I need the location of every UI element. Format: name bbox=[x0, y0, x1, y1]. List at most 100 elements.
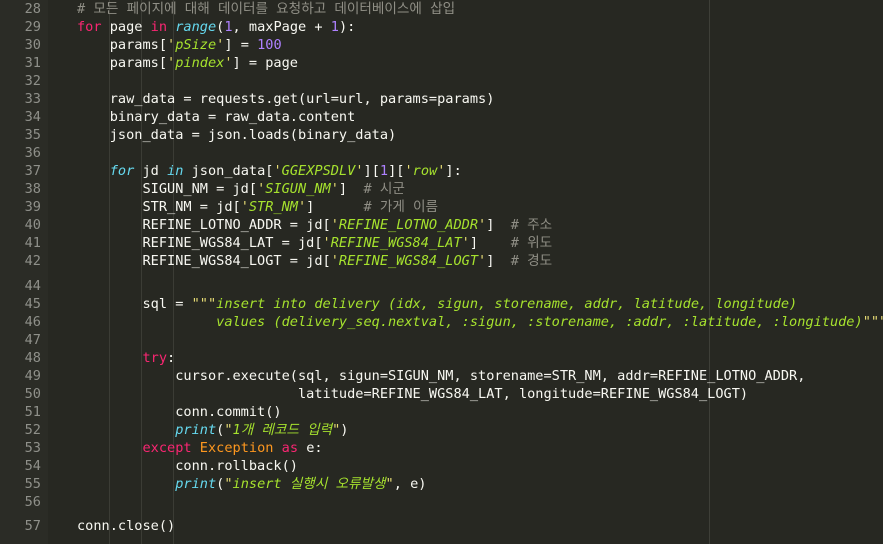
code-line[interactable]: 39 STR_NM = jd['STR_NM'] # 가게 이름 bbox=[0, 198, 883, 216]
code-line[interactable]: 47 bbox=[0, 331, 883, 349]
code-token: ] = page bbox=[232, 55, 298, 71]
code-text: sql = """insert into delivery (idx, sigu… bbox=[77, 295, 797, 313]
code-line[interactable]: 40 REFINE_LOTNO_ADDR = jd['REFINE_LOTNO_… bbox=[0, 216, 883, 234]
code-text: values (delivery_seq.nextval, :sigun, :s… bbox=[77, 313, 883, 331]
code-token: for bbox=[109, 163, 135, 179]
line-number: 51 bbox=[24, 404, 41, 420]
code-token: ] bbox=[486, 217, 511, 233]
line-number: 57 bbox=[24, 518, 41, 534]
code-line[interactable]: 37 for jd in json_data['GGEXPSDLV'][1]['… bbox=[0, 162, 883, 180]
line-number: 53 bbox=[24, 440, 41, 456]
line-number: 29 bbox=[24, 19, 41, 35]
code-text: STR_NM = jd['STR_NM'] # 가게 이름 bbox=[77, 198, 438, 216]
code-line[interactable]: 49 cursor.execute(sql, sigun=SIGUN_NM, s… bbox=[0, 367, 883, 385]
code-text: latitude=REFINE_WGS84_LAT, longitude=REF… bbox=[77, 385, 748, 403]
code-token: 1 bbox=[224, 19, 233, 35]
code-token: 1 bbox=[379, 163, 389, 179]
code-text: cursor.execute(sql, sigun=SIGUN_NM, stor… bbox=[77, 367, 805, 385]
code-line[interactable]: 56 bbox=[0, 493, 883, 511]
code-token: 100 bbox=[257, 37, 282, 53]
code-text: # 모든 페이지에 대해 데이터를 요청하고 데이터베이스에 삽입 bbox=[77, 0, 455, 18]
line-number: 46 bbox=[24, 314, 41, 330]
code-token: try bbox=[142, 350, 168, 366]
code-token: print bbox=[175, 476, 217, 492]
code-token: ' bbox=[355, 163, 364, 179]
code-line[interactable]: 51 conn.commit() bbox=[0, 403, 883, 421]
code-line[interactable]: 32 bbox=[0, 72, 883, 90]
code-token: " bbox=[224, 422, 233, 438]
code-token: e: bbox=[298, 440, 323, 456]
code-token: conn.commit() bbox=[77, 404, 282, 420]
code-token: ] = bbox=[224, 37, 258, 53]
line-number: 48 bbox=[24, 350, 41, 366]
code-token: ] bbox=[338, 181, 364, 197]
code-token: SIGUN_NM = jd[ bbox=[77, 181, 258, 197]
code-line[interactable]: 38 SIGUN_NM = jd['SIGUN_NM'] # 시군 bbox=[0, 180, 883, 198]
code-token: json_data = json.loads(binary_data) bbox=[77, 127, 397, 143]
code-token: sql = bbox=[77, 296, 192, 312]
code-token: binary_data = raw_data.content bbox=[77, 109, 356, 125]
code-line[interactable]: 57 conn.close() bbox=[0, 517, 883, 535]
code-text: print("1개 레코드 입력") bbox=[77, 421, 348, 439]
code-token: REFINE_WGS84_LAT bbox=[330, 235, 462, 251]
code-token: raw_data = requests.get(url=url, params=… bbox=[77, 91, 495, 107]
line-number: 42 bbox=[24, 253, 41, 269]
code-token: GGEXPSDLV bbox=[281, 163, 356, 179]
code-editor[interactable]: 28 # 모든 페이지에 대해 데이터를 요청하고 데이터베이스에 삽입 29 for… bbox=[0, 0, 883, 544]
code-token: ' bbox=[322, 235, 331, 251]
code-line[interactable]: 35 json_data = json.loads(binary_data) bbox=[0, 126, 883, 144]
code-line[interactable]: 54 conn.rollback() bbox=[0, 457, 883, 475]
line-number: 37 bbox=[24, 163, 41, 179]
code-token: params[ bbox=[77, 55, 168, 71]
code-text: params['pSize'] = 100 bbox=[77, 36, 282, 54]
code-text: conn.rollback() bbox=[77, 457, 298, 475]
code-line[interactable]: 42 REFINE_WGS84_LOGT = jd['REFINE_WGS84_… bbox=[0, 252, 883, 270]
line-number: 50 bbox=[24, 386, 41, 402]
code-token: as bbox=[281, 440, 299, 456]
code-token: ' bbox=[478, 217, 487, 233]
code-text: for page in range(1, maxPage + 1): bbox=[77, 18, 355, 36]
code-token: # 가게 이름 bbox=[363, 199, 439, 215]
line-number: 34 bbox=[24, 109, 41, 125]
code-line[interactable]: 30 params['pSize'] = 100 bbox=[0, 36, 883, 54]
code-line[interactable]: 52 print("1개 레코드 입력") bbox=[0, 421, 883, 439]
code-line[interactable]: 48 try: bbox=[0, 349, 883, 367]
code-line[interactable]: 45 sql = """insert into delivery (idx, s… bbox=[0, 295, 883, 313]
code-line[interactable]: 41 REFINE_WGS84_LAT = jd['REFINE_WGS84_L… bbox=[0, 234, 883, 252]
code-token: ] bbox=[486, 253, 511, 269]
code-line[interactable]: 53 except Exception as e: bbox=[0, 439, 883, 457]
code-token: ) bbox=[340, 422, 349, 438]
line-number: 49 bbox=[24, 368, 41, 384]
code-line[interactable]: 55 print("insert 실행시 오류발생", e) bbox=[0, 475, 883, 493]
code-line[interactable]: 34 binary_data = raw_data.content bbox=[0, 108, 883, 126]
code-token: params[ bbox=[77, 37, 168, 53]
code-token: # 시군 bbox=[363, 181, 405, 197]
code-line[interactable]: 29 for page in range(1, maxPage + 1): bbox=[0, 18, 883, 36]
code-token: cursor.execute(sql, sigun=SIGUN_NM, stor… bbox=[77, 368, 806, 384]
code-line[interactable]: 28 # 모든 페이지에 대해 데이터를 요청하고 데이터베이스에 삽입 bbox=[0, 0, 883, 18]
code-token: # 주소 bbox=[510, 217, 553, 233]
code-line[interactable]: 33 raw_data = requests.get(url=url, para… bbox=[0, 90, 883, 108]
code-line[interactable]: 44 bbox=[0, 277, 883, 295]
code-token: ' bbox=[297, 199, 307, 215]
code-text: binary_data = raw_data.content bbox=[77, 108, 356, 126]
code-token: STR_NM bbox=[248, 199, 298, 215]
code-token: ' bbox=[167, 37, 176, 53]
line-number: 44 bbox=[24, 278, 41, 294]
code-token: pindex bbox=[175, 55, 225, 71]
code-token: except bbox=[142, 440, 192, 456]
code-token: json_data[ bbox=[183, 163, 274, 179]
code-line[interactable]: 46 values (delivery_seq.nextval, :sigun,… bbox=[0, 313, 883, 331]
code-line[interactable]: 31 params['pindex'] = page bbox=[0, 54, 883, 72]
line-number: 52 bbox=[24, 422, 41, 438]
code-token: STR_NM = jd[ bbox=[77, 199, 241, 215]
code-token: # 모든 페이지에 대해 데이터를 요청하고 데이터베이스에 삽입 bbox=[77, 1, 456, 17]
code-token: insert into delivery (idx, sigun, storen… bbox=[216, 296, 798, 312]
code-line[interactable]: 50 latitude=REFINE_WGS84_LAT, longitude=… bbox=[0, 385, 883, 403]
code-line[interactable]: 36 bbox=[0, 144, 883, 162]
